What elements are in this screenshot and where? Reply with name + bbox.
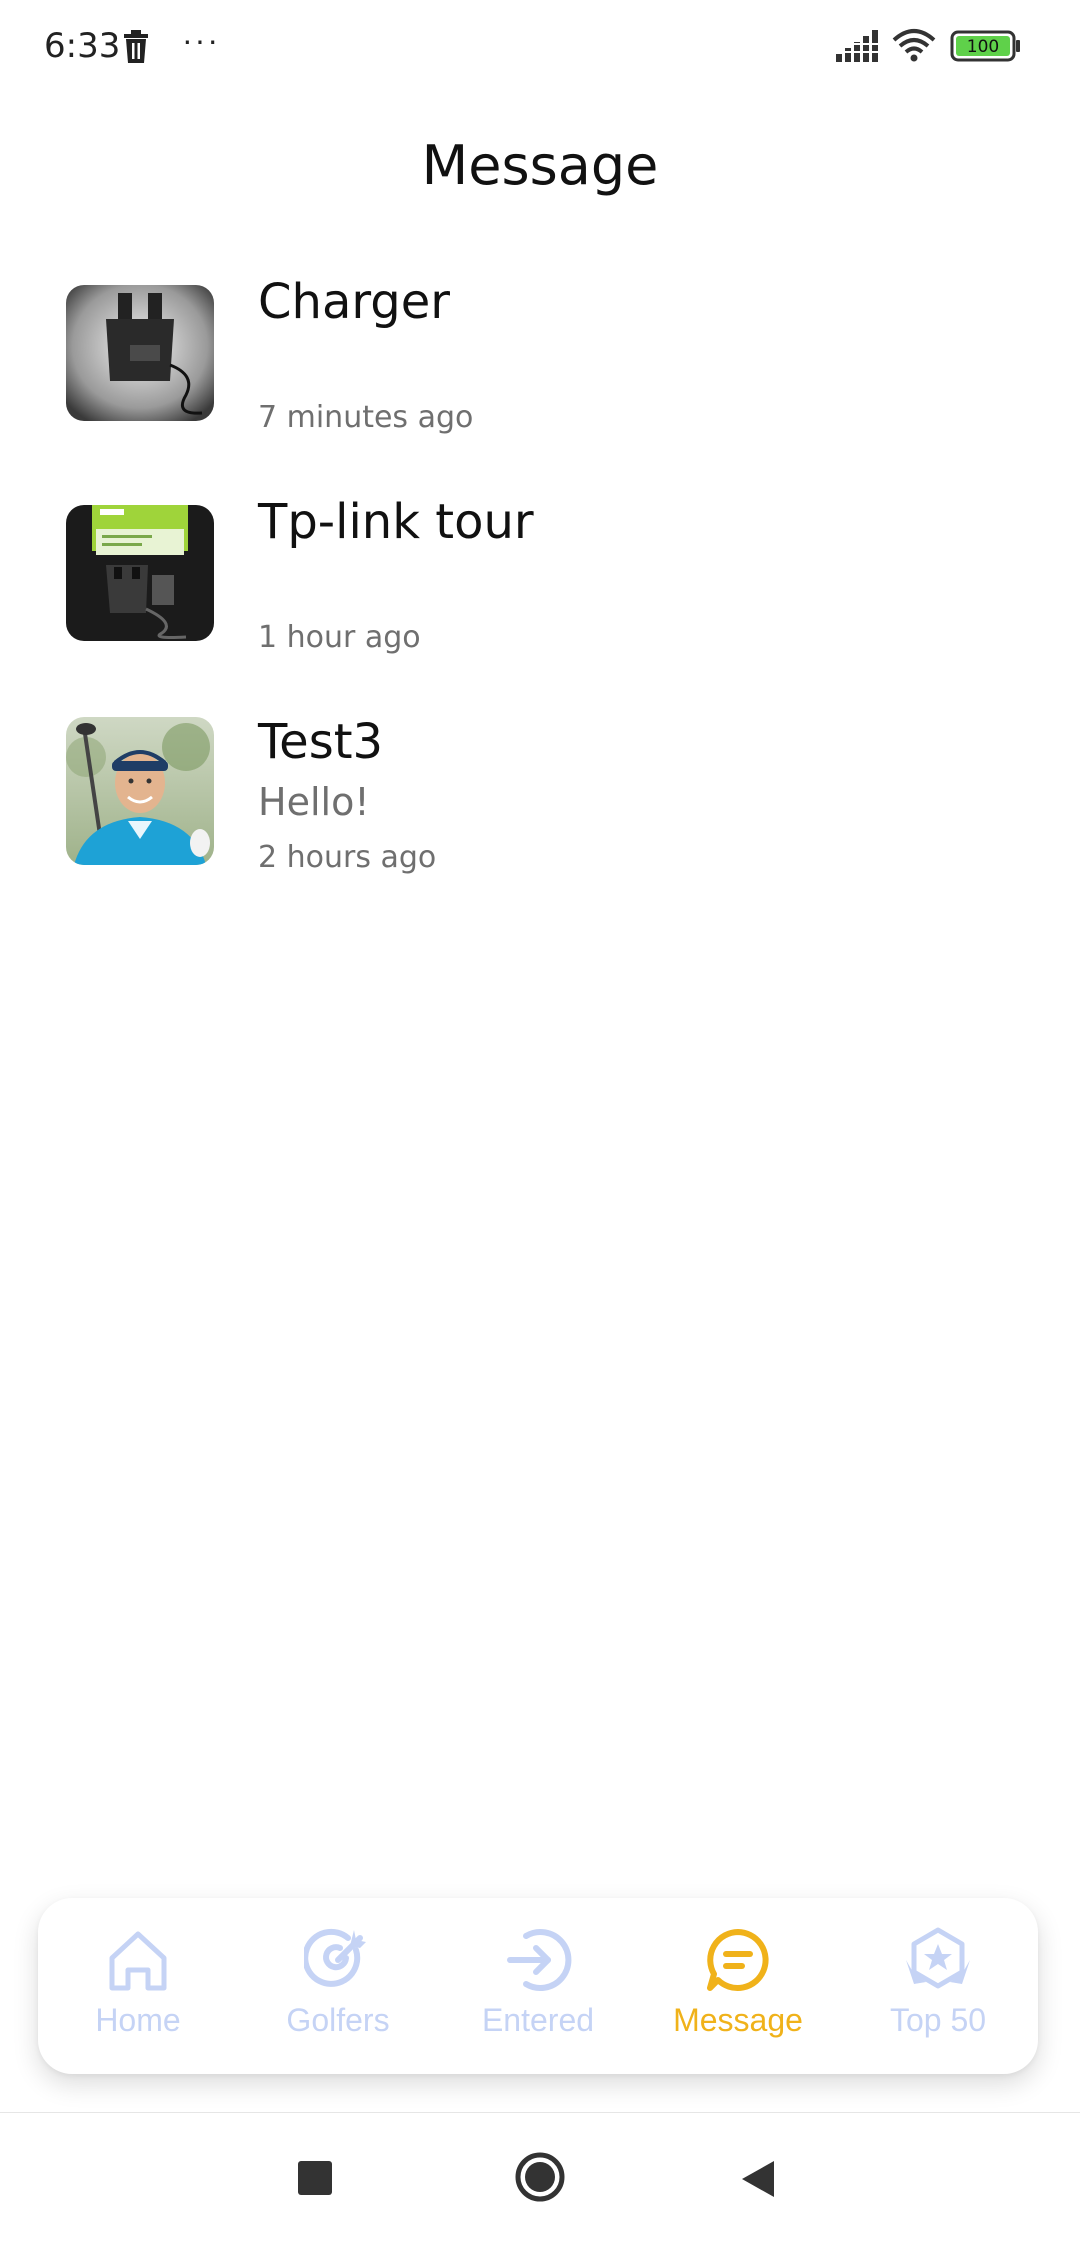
enter-arrow-icon bbox=[504, 1926, 572, 1994]
message-sender-name: Charger bbox=[258, 274, 450, 330]
page-title: Message bbox=[421, 134, 659, 197]
target-icon bbox=[302, 1926, 372, 1994]
message-time: 1 hour ago bbox=[258, 620, 421, 655]
message-screen: 6:33 ··· 100 Message Charger 7 minutes a… bbox=[0, 0, 1080, 2246]
back-icon[interactable] bbox=[740, 2159, 776, 2204]
status-bar: 6:33 ··· 100 bbox=[0, 0, 1080, 96]
message-time: 7 minutes ago bbox=[258, 400, 474, 435]
signal-icon bbox=[836, 30, 880, 67]
nav-item-golfers[interactable]: Golfers bbox=[238, 1898, 438, 2074]
tplink-thumbnail bbox=[66, 505, 214, 641]
nav-label-home: Home bbox=[95, 2002, 181, 2038]
wifi-icon bbox=[892, 28, 936, 67]
system-nav-bar bbox=[0, 2112, 1080, 2246]
home-circle-icon[interactable] bbox=[514, 2151, 566, 2208]
battery-icon: 100 bbox=[950, 30, 1022, 67]
bottom-nav: Home Golfers Entered Message Top 50 bbox=[38, 1898, 1038, 2074]
golfer-avatar bbox=[66, 717, 214, 865]
nav-item-entered[interactable]: Entered bbox=[438, 1898, 638, 2074]
trash-icon bbox=[122, 30, 150, 69]
recent-apps-icon[interactable] bbox=[298, 2161, 332, 2200]
message-item-tplink-tour[interactable]: Tp-link tour 1 hour ago bbox=[0, 494, 1080, 700]
charger-thumbnail bbox=[66, 285, 214, 421]
home-icon bbox=[104, 1926, 172, 1994]
message-sender-name: Tp-link tour bbox=[258, 494, 534, 550]
chat-bubble-icon bbox=[704, 1926, 772, 1994]
nav-label-golfers: Golfers bbox=[286, 2002, 390, 2038]
nav-label-entered: Entered bbox=[481, 2002, 595, 2038]
message-preview-text: Hello! bbox=[258, 780, 370, 824]
message-time: 2 hours ago bbox=[258, 840, 437, 875]
star-badge-icon bbox=[904, 1926, 972, 1994]
nav-item-top50[interactable]: Top 50 bbox=[838, 1898, 1038, 2074]
battery-level: 100 bbox=[967, 37, 999, 57]
nav-label-top50: Top 50 bbox=[889, 2002, 987, 2038]
nav-label-message: Message bbox=[673, 2002, 803, 2038]
nav-item-home[interactable]: Home bbox=[38, 1898, 238, 2074]
more-dots-icon: ··· bbox=[182, 22, 220, 58]
nav-item-message[interactable]: Message bbox=[638, 1898, 838, 2074]
message-item-test3[interactable]: Test3 Hello! 2 hours ago bbox=[0, 714, 1080, 920]
message-item-charger[interactable]: Charger 7 minutes ago bbox=[0, 274, 1080, 480]
message-sender-name: Test3 bbox=[258, 714, 384, 770]
status-time: 6:33 bbox=[44, 26, 121, 66]
